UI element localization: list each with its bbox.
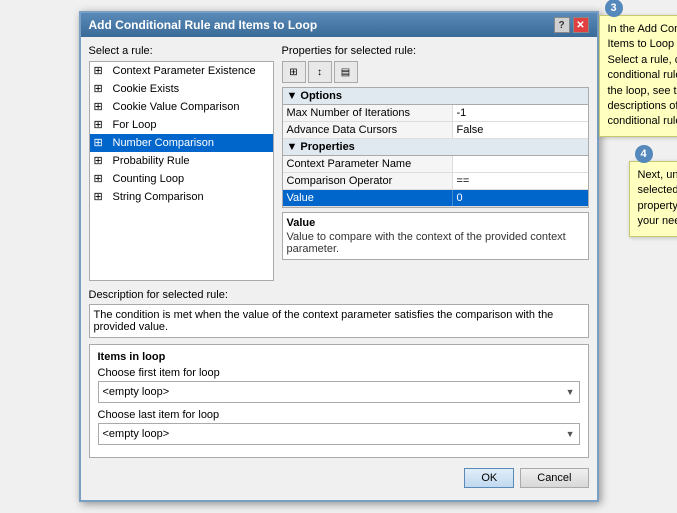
rule-counting-loop[interactable]: ⊞ Counting Loop	[90, 170, 273, 188]
select-rule-label: Select a rule:	[89, 45, 274, 57]
callout-4: Next, under Properties for selected rule…	[629, 161, 677, 237]
first-item-row: Choose first item for loop <empty loop> …	[98, 367, 580, 403]
title-bar-buttons: ? ✕	[554, 17, 589, 33]
rule-cookie-exists[interactable]: ⊞ Cookie Exists	[90, 80, 273, 98]
callout-3-number: 3	[605, 0, 623, 17]
properties-table: ▼ Options Max Number of Iterations -1 Ad…	[282, 87, 589, 208]
ok-button[interactable]: OK	[464, 468, 514, 488]
selected-rule-desc-box: The condition is met when the value of t…	[89, 304, 589, 338]
rule-icon: ⊞	[94, 100, 108, 114]
rule-context-param-existence[interactable]: ⊞ Context Parameter Existence	[90, 62, 273, 80]
toolbar-btn-2[interactable]: ↕	[308, 61, 332, 83]
callout-4-number: 4	[635, 145, 653, 163]
bottom-buttons: OK Cancel	[89, 464, 589, 492]
combo-arrow-icon: ▼	[566, 429, 575, 439]
rule-icon: ⊞	[94, 82, 108, 96]
dialog-body: Select a rule: ⊞ Context Parameter Exist…	[81, 37, 597, 500]
items-in-loop-group: Items in loop Choose first item for loop…	[89, 344, 589, 458]
options-section-header: ▼ Options	[283, 88, 588, 105]
rule-number-comparison[interactable]: ⊞ Number Comparison	[90, 134, 273, 152]
dialog-title: Add Conditional Rule and Items to Loop	[89, 18, 318, 32]
title-bar: Add Conditional Rule and Items to Loop ?…	[81, 13, 597, 37]
first-item-combo[interactable]: <empty loop> ▼	[98, 381, 580, 403]
rule-icon: ⊞	[94, 118, 108, 132]
last-item-row: Choose last item for loop <empty loop> ▼	[98, 409, 580, 445]
callout-3-container: 3 In the Add Conditional Rule and Items …	[599, 7, 677, 137]
properties-label: Properties for selected rule:	[282, 45, 589, 57]
rule-list[interactable]: ⊞ Context Parameter Existence ⊞ Cookie E…	[89, 61, 274, 281]
rule-icon: ⊞	[94, 172, 108, 186]
help-button[interactable]: ?	[554, 17, 570, 33]
toolbar-btn-1[interactable]: ⊞	[282, 61, 306, 83]
rule-probability-rule[interactable]: ⊞ Probability Rule	[90, 152, 273, 170]
prop-context-param-name[interactable]: Context Parameter Name	[283, 156, 588, 173]
rule-icon: ⊞	[94, 136, 108, 150]
prop-value[interactable]: Value 0	[283, 190, 588, 207]
selected-rule-desc-section: Description for selected rule: The condi…	[89, 287, 589, 338]
top-section: Select a rule: ⊞ Context Parameter Exist…	[89, 45, 589, 281]
properties-section-header: ▼ Properties	[283, 139, 588, 156]
rule-icon: ⊞	[94, 154, 108, 168]
right-panel: Properties for selected rule: ⊞ ↕ ▤ ▼ Op…	[282, 45, 589, 281]
property-description-box: Value Value to compare with the context …	[282, 212, 589, 260]
rule-cookie-value-comparison[interactable]: ⊞ Cookie Value Comparison	[90, 98, 273, 116]
callout-3: In the Add Conditional Rule and Items to…	[599, 15, 677, 137]
toolbar: ⊞ ↕ ▤	[282, 61, 589, 83]
toolbar-btn-3[interactable]: ▤	[334, 61, 358, 83]
option-max-iterations[interactable]: Max Number of Iterations -1	[283, 105, 588, 122]
rule-icon: ⊞	[94, 190, 108, 204]
rule-for-loop[interactable]: ⊞ For Loop	[90, 116, 273, 134]
left-panel: Select a rule: ⊞ Context Parameter Exist…	[89, 45, 274, 281]
add-conditional-rule-dialog: Add Conditional Rule and Items to Loop ?…	[79, 11, 599, 502]
cancel-button[interactable]: Cancel	[520, 468, 588, 488]
close-button[interactable]: ✕	[573, 17, 589, 33]
callout-4-container: 4 Next, under Properties for selected ru…	[629, 153, 677, 237]
combo-arrow-icon: ▼	[566, 387, 575, 397]
prop-comparison-operator[interactable]: Comparison Operator ==	[283, 173, 588, 190]
rule-string-comparison[interactable]: ⊞ String Comparison	[90, 188, 273, 206]
last-item-combo[interactable]: <empty loop> ▼	[98, 423, 580, 445]
rule-icon: ⊞	[94, 64, 108, 78]
option-advance-cursors[interactable]: Advance Data Cursors False	[283, 122, 588, 139]
